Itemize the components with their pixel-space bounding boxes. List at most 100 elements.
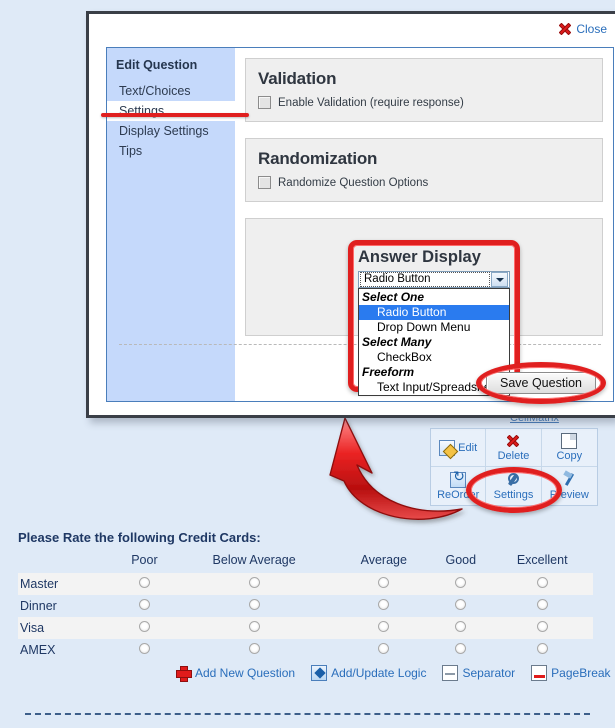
radio-input[interactable] xyxy=(455,621,467,632)
separator-icon xyxy=(442,665,459,681)
matrix-cell[interactable] xyxy=(430,639,491,661)
matrix-col-4: Excellent xyxy=(516,553,568,567)
separator-button[interactable]: Separator xyxy=(442,665,515,681)
radio-input[interactable] xyxy=(138,577,150,588)
reorder-icon xyxy=(450,470,467,488)
option-drop-down-menu[interactable]: Drop Down Menu xyxy=(359,320,509,335)
matrix-cell[interactable] xyxy=(170,573,338,595)
add-new-question-button[interactable]: Add New Question xyxy=(175,665,296,682)
matrix-header-row: Poor Below Average Average Good Excellen… xyxy=(18,553,593,573)
matrix-row-label-1: Dinner xyxy=(20,599,57,613)
matrix-col-1: Below Average xyxy=(212,553,296,567)
radio-input[interactable] xyxy=(138,643,150,654)
matrix-cell[interactable] xyxy=(118,573,171,595)
matrix-row-label-0: Master xyxy=(18,573,118,595)
radio-input[interactable] xyxy=(536,643,548,654)
toolbar-item-copy[interactable]: Copy xyxy=(541,429,597,467)
sidebar-title: Edit Question xyxy=(116,58,198,72)
radio-input[interactable] xyxy=(248,643,260,654)
preview-icon xyxy=(561,472,577,488)
toolbar-item-delete[interactable]: Delete xyxy=(486,429,542,467)
matrix-cell[interactable] xyxy=(170,617,338,639)
matrix-title: Please Rate the following Credit Cards: xyxy=(18,530,261,545)
radio-input[interactable] xyxy=(455,643,467,654)
matrix-cell[interactable] xyxy=(118,617,171,639)
enable-validation-label: Enable Validation (require response) xyxy=(278,96,464,109)
matrix-cell[interactable] xyxy=(118,639,171,661)
edit-question-dialog: Close Edit Question Text/Choices Setting… xyxy=(86,11,615,418)
matrix-cell[interactable] xyxy=(337,595,430,617)
radio-input[interactable] xyxy=(248,599,260,610)
matrix-cell[interactable] xyxy=(491,639,593,661)
toolbar-item-preview[interactable]: Preview xyxy=(542,467,597,505)
table-row: Master xyxy=(18,573,593,595)
sidebar-item-text-choices[interactable]: Text/Choices xyxy=(107,81,235,101)
delete-icon xyxy=(505,433,521,449)
radio-input[interactable] xyxy=(378,643,390,654)
matrix-table: Poor Below Average Average Good Excellen… xyxy=(18,553,593,661)
option-checkbox[interactable]: CheckBox xyxy=(359,350,509,365)
pagebreak-label: PageBreak xyxy=(551,666,611,680)
matrix-cell[interactable] xyxy=(430,595,491,617)
page-divider xyxy=(25,713,590,715)
randomize-options-row[interactable]: Randomize Question Options xyxy=(258,176,590,189)
add-update-logic-button[interactable]: Add/Update Logic xyxy=(311,665,426,681)
radio-input[interactable] xyxy=(138,599,150,610)
matrix-corner xyxy=(18,553,118,573)
option-radio-button[interactable]: Radio Button xyxy=(359,305,509,320)
chevron-down-icon[interactable] xyxy=(491,272,508,287)
close-button[interactable]: Close xyxy=(557,21,607,36)
matrix-cell[interactable] xyxy=(337,573,431,595)
radio-input[interactable] xyxy=(138,621,150,632)
matrix-col-2: Average xyxy=(360,553,407,567)
radio-input[interactable] xyxy=(536,599,548,610)
matrix-cell[interactable] xyxy=(491,573,593,595)
matrix-cell[interactable] xyxy=(337,639,430,661)
matrix-cell[interactable] xyxy=(430,573,492,595)
radio-input[interactable] xyxy=(248,621,260,632)
dialog-topbar: Close xyxy=(89,14,615,42)
toolbar-item-settings[interactable]: Settings xyxy=(486,467,542,505)
pagebreak-button[interactable]: PageBreak xyxy=(531,665,611,681)
radio-input[interactable] xyxy=(455,577,467,588)
logic-icon xyxy=(311,665,328,681)
pagebreak-icon xyxy=(531,665,548,681)
matrix-cell[interactable] xyxy=(118,595,171,617)
validation-heading: Validation xyxy=(258,69,337,88)
matrix-cell[interactable] xyxy=(171,639,338,661)
randomize-options-checkbox[interactable] xyxy=(258,176,271,189)
question-toolbar: Edit Delete Copy ReOrder Settings Previe… xyxy=(430,428,598,506)
answer-display-select[interactable]: Radio Button xyxy=(358,271,510,288)
radio-input[interactable] xyxy=(248,577,260,588)
enable-validation-checkbox[interactable] xyxy=(258,96,271,109)
toolbar-label-delete: Delete xyxy=(497,450,530,462)
answer-display-heading: Answer Display xyxy=(358,248,481,266)
radio-input[interactable] xyxy=(536,621,548,632)
sidebar-item-settings[interactable]: Settings xyxy=(107,101,235,121)
matrix-cell[interactable] xyxy=(337,617,431,639)
radio-input[interactable] xyxy=(378,599,390,610)
dialog-sidebar: Edit Question Text/Choices Settings Disp… xyxy=(107,48,235,401)
matrix-row-label-2: Visa xyxy=(18,617,118,639)
toolbar-item-reorder[interactable]: ReOrder xyxy=(431,467,487,505)
save-question-button[interactable]: Save Question xyxy=(486,372,596,394)
matrix-cell[interactable] xyxy=(491,617,593,639)
radio-input[interactable] xyxy=(455,599,467,610)
optgroup-select-many: Select Many xyxy=(362,335,432,349)
matrix-cell[interactable] xyxy=(491,595,593,617)
table-row: Dinner xyxy=(18,595,593,617)
radio-input[interactable] xyxy=(378,621,390,632)
settings-icon xyxy=(505,472,521,488)
radio-input[interactable] xyxy=(378,577,390,588)
enable-validation-row[interactable]: Enable Validation (require response) xyxy=(258,96,590,109)
sidebar-item-display-settings[interactable]: Display Settings xyxy=(107,121,235,141)
radio-input[interactable] xyxy=(536,577,548,588)
settings-underline-annotation xyxy=(101,113,249,117)
close-icon xyxy=(557,21,572,36)
add-new-question-label: Add New Question xyxy=(195,666,296,680)
toolbar-label-settings: Settings xyxy=(493,488,534,501)
matrix-cell[interactable] xyxy=(171,595,338,617)
sidebar-item-tips[interactable]: Tips xyxy=(107,141,235,161)
toolbar-item-edit[interactable]: Edit xyxy=(431,429,487,467)
matrix-cell[interactable] xyxy=(430,617,492,639)
